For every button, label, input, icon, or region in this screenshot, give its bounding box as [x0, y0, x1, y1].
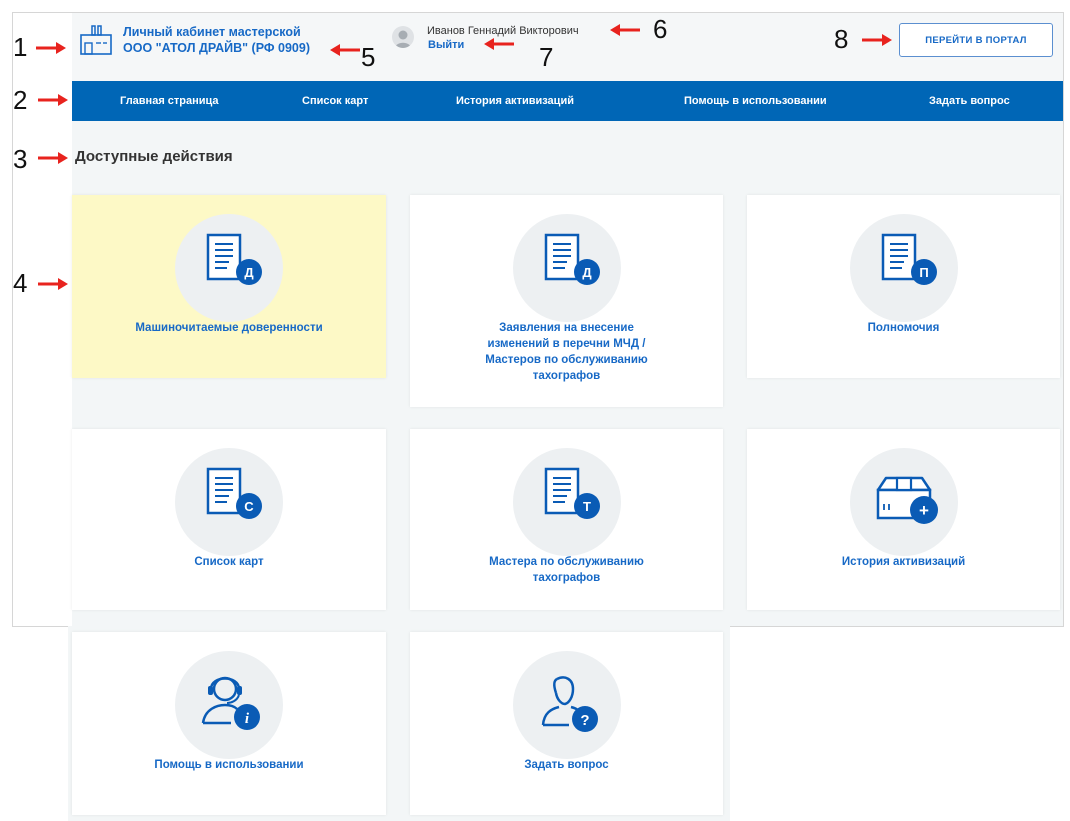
nav-item-home[interactable]: Главная страница — [120, 81, 219, 121]
card-ask-question[interactable]: ? Задать вопрос — [410, 632, 723, 815]
user-question-icon: ? — [541, 676, 598, 732]
card-help[interactable]: i Помощь в использовании — [72, 632, 386, 815]
card-badge: + — [919, 501, 929, 520]
card-label: Мастера по обслуживанию тахографов — [489, 556, 644, 584]
annotation-number: 4 — [13, 268, 28, 298]
arrow-left-icon — [484, 38, 514, 50]
card-tachograph-masters[interactable]: Т Мастера по обслуживанию тахографов — [410, 429, 723, 610]
card-label: История активизаций — [841, 556, 966, 568]
card-icon-circle: С — [175, 448, 283, 556]
arrow-left-icon — [610, 24, 640, 36]
go-to-portal-button[interactable]: ПЕРЕЙТИ В ПОРТАЛ — [899, 23, 1053, 57]
document-icon: Д — [544, 233, 600, 285]
card-machine-readable-poa[interactable]: Д Машиночитаемые доверенности — [72, 195, 386, 378]
company-line-1: Личный кабинет мастерской — [123, 25, 301, 39]
annotation-number: 1 — [13, 32, 28, 62]
nav-item-ask-question[interactable]: Задать вопрос — [929, 81, 1010, 121]
card-icon-circle: Д — [175, 214, 283, 322]
card-badge: С — [244, 499, 254, 514]
card-label: Список карт — [194, 556, 264, 568]
card-change-applications[interactable]: Д Заявления на внесение изменений в пере… — [410, 195, 723, 407]
workshop-icon — [80, 25, 112, 55]
support-icon: i — [201, 676, 260, 730]
arrow-right-icon — [38, 278, 68, 290]
card-label: Помощь в использовании — [154, 759, 304, 771]
company-line-2: ООО "АТОЛ ДРАЙВ" (РФ 0909) — [123, 41, 310, 55]
nav-item-card-list[interactable]: Список карт — [302, 81, 368, 121]
arrow-right-icon — [38, 94, 68, 106]
arrow-left-icon — [330, 44, 360, 56]
card-icon-circle: П — [850, 214, 958, 322]
card-icon-circle: Д — [513, 214, 621, 322]
card-activation-history[interactable]: + История активизаций — [747, 429, 1060, 610]
annotation-number: 2 — [13, 85, 28, 115]
annotation-number: 3 — [13, 144, 28, 174]
document-icon: Д — [206, 233, 262, 285]
card-label: Задать вопрос — [524, 759, 609, 771]
arrow-right-icon — [38, 152, 68, 164]
card-icon-circle: ? — [513, 651, 621, 759]
document-icon: Т — [544, 467, 600, 519]
nav-item-activation-history[interactable]: История активизаций — [456, 81, 574, 121]
card-badge: Д — [582, 265, 592, 280]
card-label: Заявления на внесение изменений в перечн… — [485, 322, 648, 382]
annotation-number: 8 — [834, 24, 849, 54]
package-icon: + — [876, 476, 938, 524]
user-avatar-icon — [395, 30, 411, 48]
document-icon: С — [206, 467, 262, 519]
main-nav: Главная страница Список карт История акт… — [72, 81, 1063, 121]
logout-link[interactable]: Выйти — [428, 39, 464, 51]
document-icon: П — [881, 233, 937, 285]
arrow-right-icon — [862, 34, 892, 46]
card-badge: Т — [583, 499, 591, 514]
arrow-right-icon — [36, 42, 66, 54]
annotation-number: 7 — [539, 42, 554, 72]
card-card-list[interactable]: С Список карт — [72, 429, 386, 610]
card-badge: ? — [580, 712, 589, 729]
annotation-number: 6 — [653, 14, 668, 44]
card-icon-circle: i — [175, 651, 283, 759]
section-title: Доступные действия — [75, 148, 233, 165]
annotation-number: 5 — [361, 42, 376, 72]
card-icon-circle: + — [850, 448, 958, 556]
card-label: Машиночитаемые доверенности — [135, 322, 323, 334]
nav-item-help[interactable]: Помощь в использовании — [684, 81, 827, 121]
card-badge: П — [919, 265, 928, 280]
card-badge: Д — [244, 265, 254, 280]
card-label: Полномочия — [867, 322, 940, 334]
card-authorities[interactable]: П Полномочия — [747, 195, 1060, 378]
card-icon-circle: Т — [513, 448, 621, 556]
avatar — [392, 26, 414, 48]
company-name: Личный кабинет мастерской ООО "АТОЛ ДРАЙ… — [123, 24, 333, 56]
